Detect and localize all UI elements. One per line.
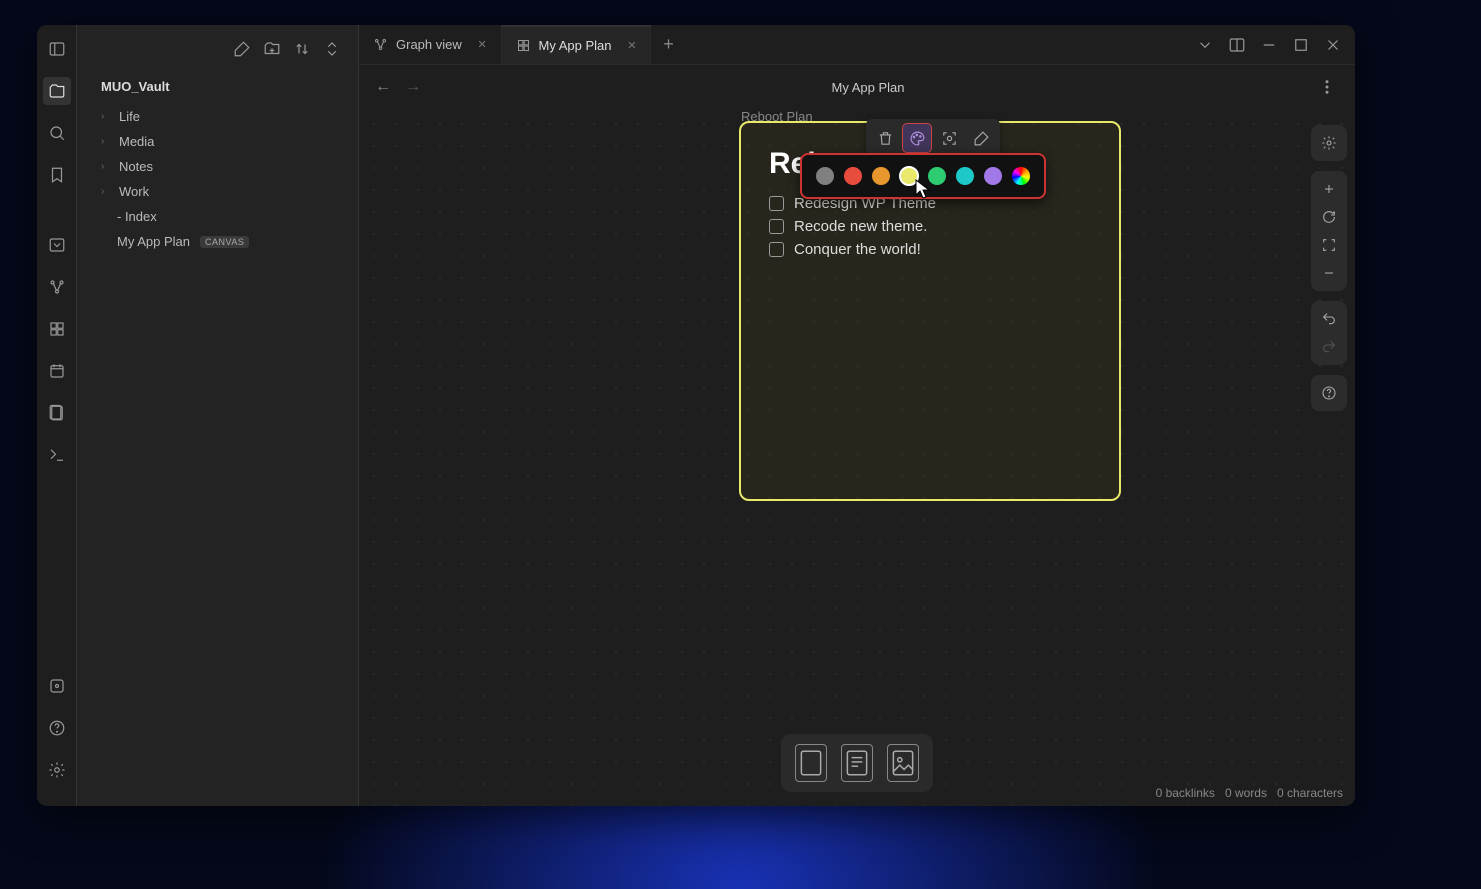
tree-folder[interactable]: ›Life xyxy=(81,104,350,129)
tree-file[interactable]: - Index xyxy=(81,204,350,229)
zoom-in-icon[interactable] xyxy=(1315,175,1343,203)
color-custom-icon[interactable] xyxy=(1012,167,1030,185)
zoom-out-icon[interactable] xyxy=(1315,259,1343,287)
edit-icon[interactable] xyxy=(966,123,996,153)
tab-label: My App Plan xyxy=(539,38,612,53)
more-icon[interactable] xyxy=(1313,73,1341,101)
tree-folder[interactable]: ›Media xyxy=(81,129,350,154)
new-tab-button[interactable]: + xyxy=(651,34,686,55)
status-words: 0 words xyxy=(1225,786,1267,800)
close-icon[interactable]: × xyxy=(478,36,487,53)
checkbox-icon[interactable] xyxy=(769,219,784,234)
quick-switcher-icon[interactable] xyxy=(43,231,71,259)
tab-label: Graph view xyxy=(396,37,462,52)
forward-icon[interactable]: → xyxy=(403,78,423,96)
new-folder-icon[interactable] xyxy=(258,35,286,63)
daily-note-icon[interactable] xyxy=(43,357,71,385)
checkbox-icon[interactable] xyxy=(769,196,784,211)
settings-icon[interactable] xyxy=(43,756,71,784)
canvas-badge: CANVAS xyxy=(200,236,249,248)
add-card-icon[interactable] xyxy=(795,744,827,782)
reset-zoom-icon[interactable] xyxy=(1315,203,1343,231)
canvas-area[interactable]: Reboot Plan Reb Redesign WP Theme Recode… xyxy=(359,109,1355,806)
color-swatch[interactable] xyxy=(928,167,946,185)
task-item[interactable]: Recode new theme. xyxy=(769,218,1091,235)
search-icon[interactable] xyxy=(43,119,71,147)
app-window: MUO_Vault ›Life ›Media ›Notes ›Work - In… xyxy=(37,25,1355,806)
tab-bar: Graph view × My App Plan × + xyxy=(359,25,1355,65)
left-ribbon xyxy=(37,25,77,806)
canvas-add-bar xyxy=(781,734,933,792)
color-swatch[interactable] xyxy=(844,167,862,185)
back-icon[interactable]: ← xyxy=(373,78,393,96)
tree-file[interactable]: My App Plan CANVAS xyxy=(81,229,350,254)
bookmark-icon[interactable] xyxy=(43,161,71,189)
tree-label: Work xyxy=(119,184,149,199)
tree-folder[interactable]: ›Notes xyxy=(81,154,350,179)
tree-label: My App Plan xyxy=(117,234,190,249)
window-close-icon[interactable] xyxy=(1319,31,1347,59)
color-swatch[interactable] xyxy=(816,167,834,185)
tree-label: Media xyxy=(119,134,154,149)
split-pane-icon[interactable] xyxy=(1223,31,1251,59)
undo-icon[interactable] xyxy=(1315,305,1343,333)
file-tree: ›Life ›Media ›Notes ›Work - Index My App… xyxy=(77,100,358,258)
add-media-icon[interactable] xyxy=(887,744,919,782)
tab-my-app-plan[interactable]: My App Plan × xyxy=(502,25,652,64)
color-picker xyxy=(800,153,1046,199)
status-bar: 0 backlinks 0 words 0 characters xyxy=(1144,780,1355,806)
tree-folder[interactable]: ›Work xyxy=(81,179,350,204)
redo-icon[interactable] xyxy=(1315,333,1343,361)
files-icon[interactable] xyxy=(43,77,71,105)
canvas-tools xyxy=(1311,125,1347,411)
templates-icon[interactable] xyxy=(43,399,71,427)
status-chars: 0 characters xyxy=(1277,786,1343,800)
collapse-icon[interactable] xyxy=(318,35,346,63)
color-swatch[interactable] xyxy=(872,167,890,185)
sidebar-toggle-icon[interactable] xyxy=(43,35,71,63)
vault-icon[interactable] xyxy=(43,672,71,700)
delete-icon[interactable] xyxy=(870,123,900,153)
task-item[interactable]: Conquer the world! xyxy=(769,241,1091,258)
pane-header: ← → My App Plan xyxy=(359,65,1355,109)
focus-icon[interactable] xyxy=(934,123,964,153)
sort-icon[interactable] xyxy=(288,35,316,63)
pane-title: My App Plan xyxy=(433,80,1303,95)
tree-label: - Index xyxy=(117,209,157,224)
tab-dropdown-icon[interactable] xyxy=(1191,31,1219,59)
window-maximize-icon[interactable] xyxy=(1287,31,1315,59)
fullscreen-icon[interactable] xyxy=(1315,231,1343,259)
status-backlinks: 0 backlinks xyxy=(1156,786,1215,800)
canvas-settings-icon[interactable] xyxy=(1315,129,1343,157)
task-text: Conquer the world! xyxy=(794,241,921,258)
new-note-icon[interactable] xyxy=(228,35,256,63)
canvas-icon[interactable] xyxy=(43,315,71,343)
graph-icon[interactable] xyxy=(43,273,71,301)
task-text: Recode new theme. xyxy=(794,218,927,235)
color-swatch[interactable] xyxy=(984,167,1002,185)
main-area: Graph view × My App Plan × + ← → My App … xyxy=(359,25,1355,806)
checkbox-icon[interactable] xyxy=(769,242,784,257)
help-icon[interactable] xyxy=(43,714,71,742)
palette-icon[interactable] xyxy=(902,123,932,153)
vault-name[interactable]: MUO_Vault xyxy=(77,73,358,100)
tree-label: Notes xyxy=(119,159,153,174)
tab-graph-view[interactable]: Graph view × xyxy=(359,25,502,64)
add-note-icon[interactable] xyxy=(841,744,873,782)
close-icon[interactable]: × xyxy=(628,37,637,54)
card-toolbar xyxy=(866,119,1000,157)
file-sidebar: MUO_Vault ›Life ›Media ›Notes ›Work - In… xyxy=(77,25,359,806)
command-palette-icon[interactable] xyxy=(43,441,71,469)
canvas-help-icon[interactable] xyxy=(1315,379,1343,407)
color-swatch[interactable] xyxy=(900,167,918,185)
tree-label: Life xyxy=(119,109,140,124)
window-minimize-icon[interactable] xyxy=(1255,31,1283,59)
color-swatch[interactable] xyxy=(956,167,974,185)
